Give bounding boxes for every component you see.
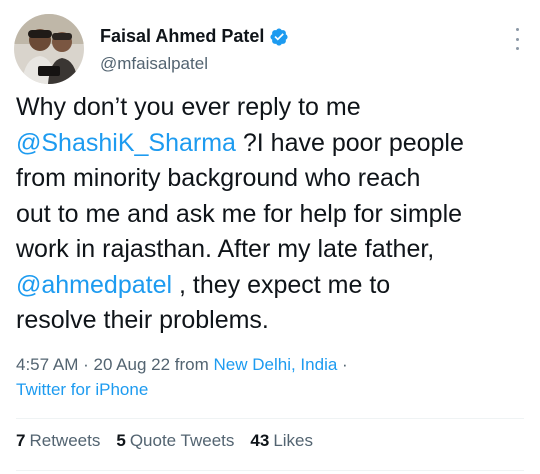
timestamp-row: 4:57 AM · 20 Aug 22 from New Delhi, Indi… — [16, 352, 348, 377]
tweet-line: from minority background who reach — [16, 164, 421, 192]
source-link[interactable]: Twitter for iPhone — [16, 377, 348, 402]
tweet-text: Why don’t you ever reply to me @ShashiK_… — [16, 90, 531, 339]
likes-label: Likes — [273, 431, 314, 450]
location-link[interactable]: New Delhi, India — [214, 355, 338, 374]
mention-link[interactable]: @ahmedpatel — [16, 271, 172, 299]
tweet-line-text: , they expect me to — [172, 270, 391, 299]
likes-count: 43 — [250, 431, 270, 450]
tweet-date[interactable]: 20 Aug 22 — [93, 355, 170, 374]
mention-link[interactable]: @ShashiK_Sharma — [16, 129, 236, 157]
divider — [16, 418, 524, 419]
author-handle[interactable]: @mfaisalpatel — [100, 54, 208, 74]
quote-tweets-label: Quote Tweets — [129, 431, 235, 450]
likes-stat[interactable]: 43 Likes — [250, 431, 313, 451]
author-name-row[interactable]: Faisal Ahmed Patel — [100, 26, 289, 47]
separator: · — [78, 355, 94, 374]
quote-tweets-count: 5 — [116, 431, 126, 450]
tweet-line: @ahmedpatel , they expect me to — [16, 268, 531, 304]
retweets-stat[interactable]: 7 Retweets — [16, 431, 100, 451]
divider — [16, 470, 524, 471]
tweet-meta: 4:57 AM · 20 Aug 22 from New Delhi, Indi… — [16, 352, 348, 402]
verified-badge-icon — [269, 27, 289, 47]
tweet-line: resolve their problems. — [16, 306, 269, 334]
tweet-line: Why don’t you ever reply to me — [16, 93, 361, 121]
tweet-line: work in rajasthan. After my late father, — [16, 235, 435, 263]
retweets-count: 7 — [16, 431, 26, 450]
avatar-photo — [14, 14, 84, 84]
avatar[interactable] — [14, 14, 84, 84]
separator: · — [337, 355, 348, 374]
tweet-line: @ShashiK_Sharma ?I have poor people — [16, 126, 531, 162]
quote-tweets-stat[interactable]: 5 Quote Tweets — [116, 431, 234, 451]
from-label: from — [170, 355, 214, 374]
tweet-line-text: ?I have poor people — [235, 128, 464, 157]
more-options-icon[interactable] — [514, 28, 520, 50]
tweet-line: out to me and ask me for help for simple — [16, 199, 463, 228]
retweets-label: Retweets — [29, 431, 101, 450]
engagement-stats: 7 Retweets 5 Quote Tweets 43 Likes — [16, 431, 329, 451]
tweet-time[interactable]: 4:57 AM — [16, 355, 78, 374]
author-name[interactable]: Faisal Ahmed Patel — [100, 26, 264, 47]
